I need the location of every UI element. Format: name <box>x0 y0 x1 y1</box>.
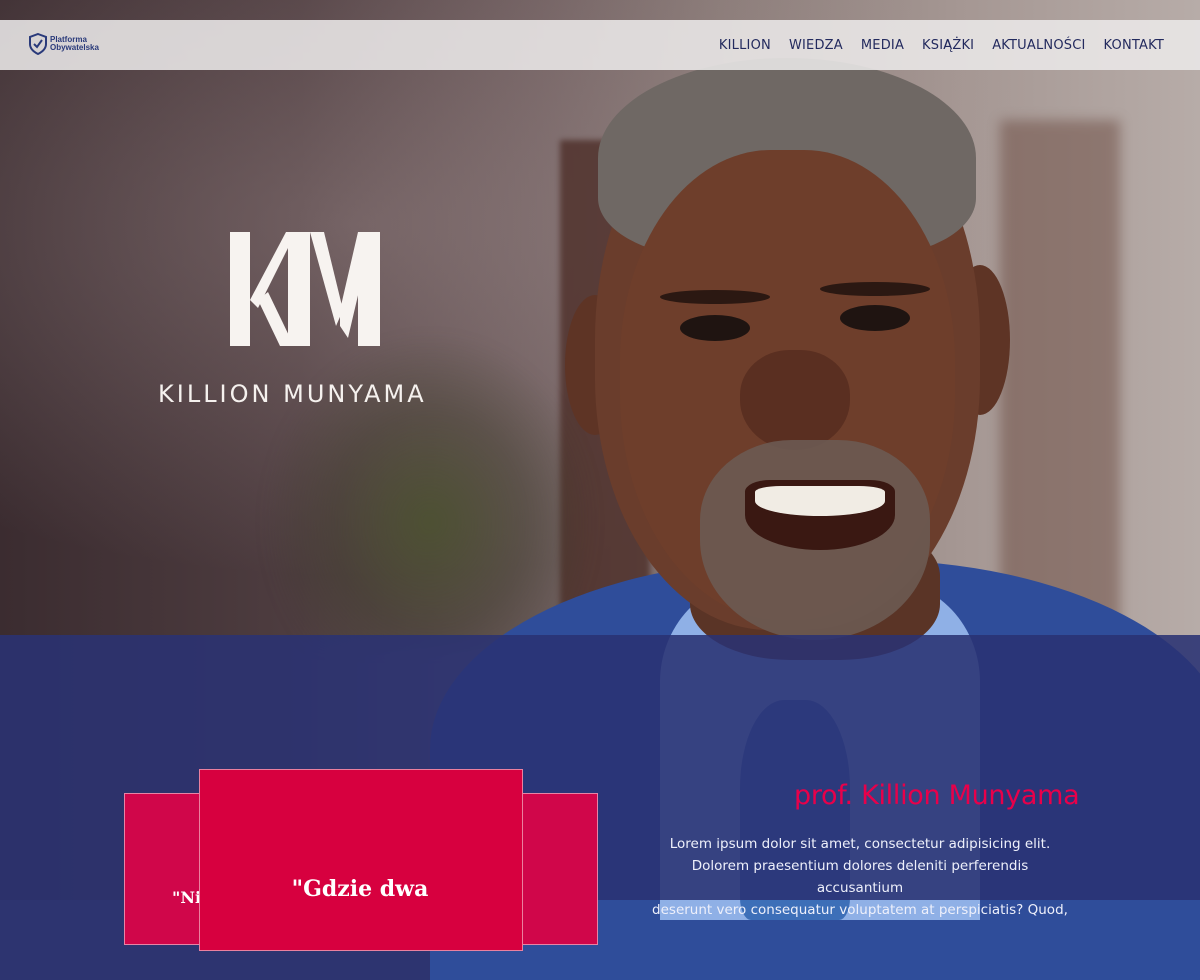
quote-front-text: "Gdzie dwa <box>291 876 429 902</box>
logo-name: KILLION MUNYAMA <box>158 380 427 408</box>
eye-left <box>680 315 750 341</box>
nav-item-media[interactable]: MEDIA <box>861 38 904 53</box>
bio-line: Lorem ipsum dolor sit amet, consectetur … <box>669 836 1051 852</box>
eyebrow-right <box>820 282 930 296</box>
quote-card-front[interactable] <box>199 769 523 951</box>
bio-text: Lorem ipsum dolor sit amet, consectetur … <box>650 833 1070 921</box>
shield-icon <box>29 33 47 55</box>
nav-item-aktualnosci[interactable]: AKTUALNOŚCI <box>992 38 1085 53</box>
nose <box>740 350 850 450</box>
nav-item-killion[interactable]: KILLION <box>719 38 771 53</box>
quote-back-text: "Ni <box>172 888 202 907</box>
brand-line2: Obywatelska <box>50 43 99 52</box>
bio-heading: prof. Killion Munyama <box>794 780 1080 811</box>
bio-line: deserunt vero consequatur voluptatem at … <box>652 902 1068 918</box>
brand-name: Platforma Obywatelska <box>50 36 99 52</box>
nav-item-ksiazki[interactable]: KSIĄŻKI <box>922 38 974 53</box>
nav-item-wiedza[interactable]: WIEDZA <box>789 38 843 53</box>
km-monogram-logo <box>230 232 380 346</box>
bio-line: Dolorem praesentium dolores deleniti per… <box>691 858 1029 896</box>
brand-logo[interactable]: Platforma Obywatelska <box>28 33 99 55</box>
main-nav: KILLION WIEDZA MEDIA KSIĄŻKI AKTUALNOŚCI… <box>719 20 1164 70</box>
nav-item-kontakt[interactable]: KONTAKT <box>1104 38 1164 53</box>
eye-right <box>840 305 910 331</box>
teeth <box>755 486 885 516</box>
eyebrow-left <box>660 290 770 304</box>
navbar: Platforma Obywatelska KILLION WIEDZA MED… <box>0 20 1200 70</box>
